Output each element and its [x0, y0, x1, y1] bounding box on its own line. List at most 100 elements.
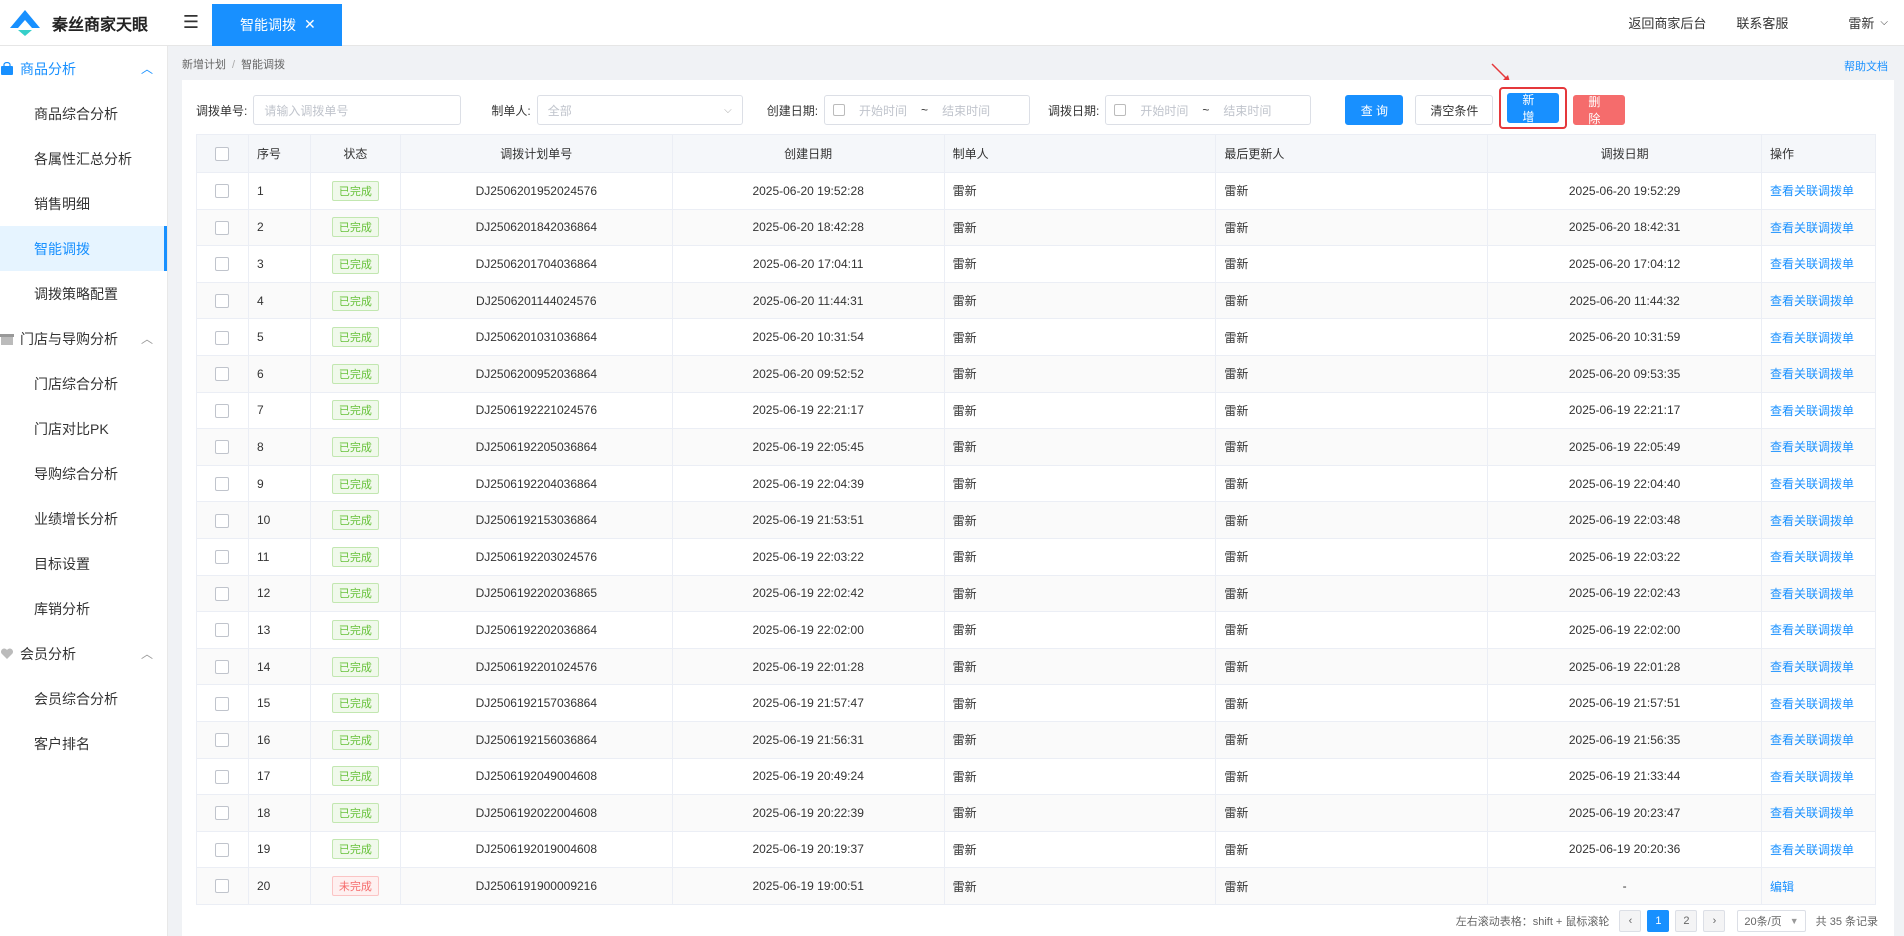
contact-support-link[interactable]: 联系客服: [1736, 13, 1788, 32]
table-row[interactable]: 15 已完成 DJ2506192157036864 2025-06-19 21:57:…: [196, 684, 1876, 722]
next-page-button[interactable]: ›: [1703, 910, 1726, 932]
sidebar-item-growth-analysis[interactable]: 业绩增长分析: [0, 496, 167, 541]
page-button-2[interactable]: 2: [1675, 910, 1698, 932]
row-checkbox-cell[interactable]: [196, 611, 249, 649]
row-checkbox-cell[interactable]: [196, 391, 249, 430]
table-row[interactable]: 1 已完成 DJ2506201952024576 2025-06-20 19:52:2…: [196, 172, 1876, 210]
row-checkbox-cell[interactable]: [196, 867, 249, 905]
page-size-select[interactable]: 20条/页 ▼: [1737, 910, 1806, 932]
clear-filters-button[interactable]: 清空条件: [1415, 95, 1494, 125]
row-checkbox[interactable]: [215, 733, 230, 748]
sidebar-item-store-overview[interactable]: 门店综合分析: [0, 361, 167, 406]
row-checkbox[interactable]: [215, 403, 230, 418]
table-row[interactable]: 6 已完成 DJ2506200952036864 2025-06-20 09:52:5…: [196, 354, 1876, 393]
logo[interactable]: 秦丝商家天眼: [0, 0, 170, 46]
row-checkbox[interactable]: [215, 586, 230, 601]
row-checkbox[interactable]: [215, 769, 230, 784]
view-related-transfer-link[interactable]: 查看关联调拨单: [1770, 697, 1854, 711]
sidebar-item-transfer-strategy[interactable]: 调拨策略配置: [0, 271, 167, 316]
maker-select[interactable]: 全部 ⌵: [536, 95, 743, 125]
sidebar-item-customer-ranking[interactable]: 客户排名: [0, 721, 167, 766]
row-checkbox-cell[interactable]: [196, 794, 249, 832]
row-checkbox-cell[interactable]: [196, 428, 249, 466]
breadcrumb-parent[interactable]: 新增计划: [182, 59, 226, 71]
row-checkbox[interactable]: [215, 330, 230, 345]
view-related-transfer-link[interactable]: 查看关联调拨单: [1770, 770, 1854, 784]
delete-button[interactable]: 删除: [1573, 95, 1626, 126]
row-checkbox-cell[interactable]: [196, 172, 249, 210]
help-doc-link[interactable]: 帮助文档: [1844, 58, 1888, 74]
select-all-checkbox[interactable]: [215, 146, 230, 161]
table-row[interactable]: 13 已完成 DJ2506192202036864 2025-06-19 22:02:…: [196, 611, 1876, 649]
row-checkbox[interactable]: [215, 806, 230, 821]
row-checkbox-cell[interactable]: [196, 720, 249, 759]
view-related-transfer-link[interactable]: 查看关联调拨单: [1770, 257, 1854, 271]
add-button[interactable]: 新增: [1507, 93, 1560, 124]
row-checkbox-cell[interactable]: [196, 647, 249, 686]
sidebar-item-stock-sales[interactable]: 库销分析: [0, 586, 167, 631]
row-checkbox[interactable]: [215, 659, 230, 674]
table-row[interactable]: 2 已完成 DJ2506201842036864 2025-06-20 18:42:2…: [196, 208, 1876, 247]
select-all-checkbox-cell[interactable]: [196, 134, 249, 173]
row-checkbox[interactable]: [215, 367, 230, 382]
view-related-transfer-link[interactable]: 查看关联调拨单: [1770, 806, 1854, 820]
table-row[interactable]: 19 已完成 DJ2506192019004608 2025-06-19 20:19:…: [196, 830, 1876, 869]
table-row[interactable]: 10 已完成 DJ2506192153036864 2025-06-19 21:53:…: [196, 501, 1876, 539]
sidebar-item-store-pk[interactable]: 门店对比PK: [0, 406, 167, 451]
page-button-1[interactable]: 1: [1647, 910, 1670, 932]
row-checkbox[interactable]: [215, 293, 230, 308]
view-related-transfer-link[interactable]: 查看关联调拨单: [1770, 733, 1854, 747]
row-checkbox[interactable]: [215, 440, 230, 455]
row-checkbox[interactable]: [215, 842, 230, 857]
table-row[interactable]: 3 已完成 DJ2506201704036864 2025-06-20 17:04:1…: [196, 245, 1876, 283]
row-checkbox[interactable]: [215, 696, 230, 711]
user-menu[interactable]: 雷新 ⌵: [1848, 13, 1888, 32]
view-related-transfer-link[interactable]: 查看关联调拨单: [1770, 514, 1854, 528]
table-row[interactable]: 17 已完成 DJ2506192049004608 2025-06-19 20:49:…: [196, 757, 1876, 796]
view-related-transfer-link[interactable]: 查看关联调拨单: [1770, 367, 1854, 381]
view-related-transfer-link[interactable]: 查看关联调拨单: [1770, 331, 1854, 345]
view-related-transfer-link[interactable]: 查看关联调拨单: [1770, 587, 1854, 601]
sidebar-item-attribute-summary[interactable]: 各属性汇总分析: [0, 136, 167, 181]
row-checkbox-cell[interactable]: [196, 501, 249, 539]
table-row[interactable]: 8 已完成 DJ2506192205036864 2025-06-19 22:05:4…: [196, 428, 1876, 466]
menu-toggle-icon[interactable]: ☰: [170, 0, 212, 46]
table-row[interactable]: 18 已完成 DJ2506192022004608 2025-06-19 20:22:…: [196, 794, 1876, 832]
table-row[interactable]: 4 已完成 DJ2506201144024576 2025-06-20 11:44:3…: [196, 281, 1876, 320]
table-row[interactable]: 5 已完成 DJ2506201031036864 2025-06-20 10:31:5…: [196, 318, 1876, 356]
sidebar-item-member-overview[interactable]: 会员综合分析: [0, 676, 167, 721]
create-date-range-picker[interactable]: 开始时间 ~ 结束时间: [824, 95, 1031, 125]
row-checkbox-cell[interactable]: [196, 537, 249, 576]
view-related-transfer-link[interactable]: 查看关联调拨单: [1770, 404, 1854, 418]
table-row[interactable]: 14 已完成 DJ2506192201024576 2025-06-19 22:01:…: [196, 647, 1876, 686]
row-checkbox-cell[interactable]: [196, 208, 249, 247]
row-checkbox-cell[interactable]: [196, 354, 249, 393]
view-related-transfer-link[interactable]: 查看关联调拨单: [1770, 294, 1854, 308]
row-checkbox[interactable]: [215, 879, 230, 894]
row-checkbox-cell[interactable]: [196, 245, 249, 283]
tab-smart-transfer[interactable]: 智能调拨 ✕: [212, 3, 342, 46]
sidebar-item-target-setting[interactable]: 目标设置: [0, 541, 167, 586]
row-checkbox-cell[interactable]: [196, 574, 249, 613]
query-button[interactable]: 查 询: [1345, 95, 1404, 125]
order-no-input[interactable]: 请输入调拨单号: [253, 95, 462, 125]
prev-page-button[interactable]: ‹: [1619, 910, 1642, 932]
row-checkbox[interactable]: [215, 623, 230, 638]
row-checkbox[interactable]: [215, 550, 230, 565]
edit-link[interactable]: 编辑: [1770, 880, 1794, 894]
sidebar-item-sales-detail[interactable]: 销售明细: [0, 181, 167, 226]
row-checkbox[interactable]: [215, 257, 230, 272]
row-checkbox-cell[interactable]: [196, 830, 249, 869]
view-related-transfer-link[interactable]: 查看关联调拨单: [1770, 221, 1854, 235]
row-checkbox[interactable]: [215, 184, 230, 199]
sidebar-group-store-analysis[interactable]: 门店与导购分析 ︿: [0, 316, 167, 361]
row-checkbox-cell[interactable]: [196, 281, 249, 320]
sidebar-group-product-analysis[interactable]: 商品分析 ︿: [0, 46, 167, 91]
view-related-transfer-link[interactable]: 查看关联调拨单: [1770, 623, 1854, 637]
sidebar-group-member-analysis[interactable]: 会员分析 ︿: [0, 631, 167, 676]
table-row[interactable]: 20 未完成 DJ2506191900009216 2025-06-19 19:00:…: [196, 867, 1876, 905]
row-checkbox-cell[interactable]: [196, 464, 249, 503]
row-checkbox[interactable]: [215, 220, 230, 235]
row-checkbox[interactable]: [215, 476, 230, 491]
close-icon[interactable]: ✕: [304, 16, 316, 33]
